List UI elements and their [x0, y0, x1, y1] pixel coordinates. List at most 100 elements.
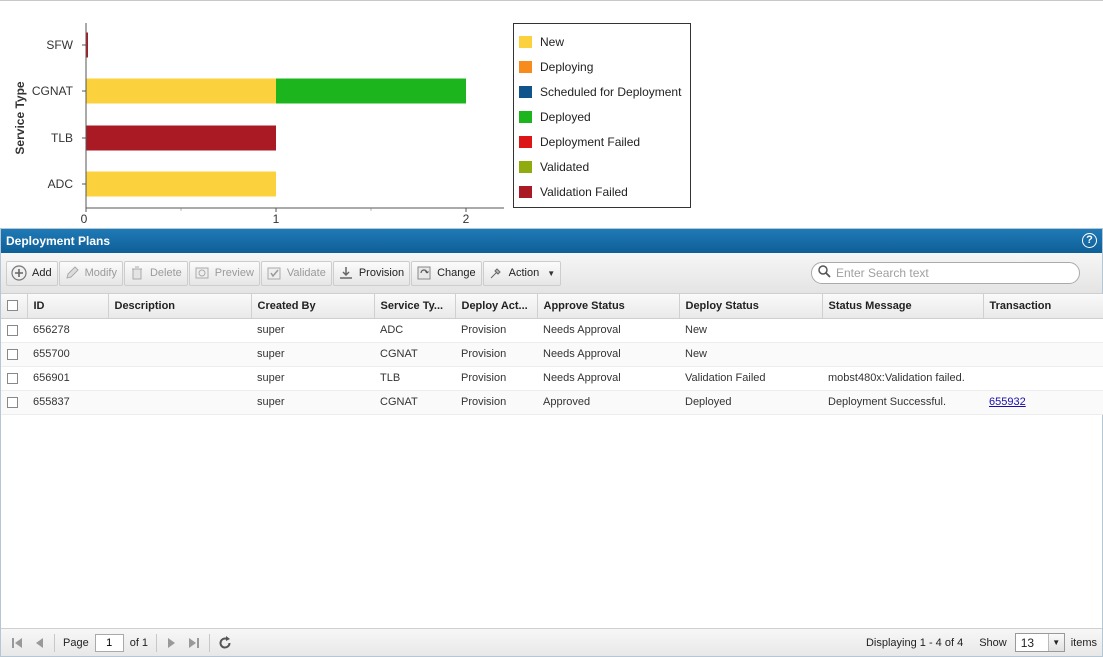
- row-checkbox[interactable]: [7, 324, 18, 336]
- column-header-deploy-action[interactable]: Deploy Act...: [455, 294, 538, 319]
- action-tools-icon: [487, 264, 505, 282]
- cell-service-type: CGNAT: [374, 342, 455, 367]
- cell-deploy-status: Deployed: [679, 390, 822, 415]
- pager-divider: [156, 633, 158, 652]
- column-header-id[interactable]: ID: [27, 294, 109, 319]
- cell-service-type: CGNAT: [374, 390, 455, 415]
- panel-header: Deployment Plans ?: [1, 229, 1102, 253]
- legend-swatch: [519, 35, 532, 48]
- preview-button[interactable]: Preview: [188, 260, 260, 286]
- delete-label: Delete: [149, 267, 182, 279]
- cell-approve-status: Needs Approval: [537, 366, 679, 391]
- category-label: SFW: [46, 38, 73, 52]
- table-row[interactable]: 655700 super CGNAT Provision Needs Appro…: [1, 342, 1103, 367]
- cell-status-message: [822, 318, 983, 343]
- row-select-cell[interactable]: [1, 318, 27, 343]
- chevron-down-icon: ▼: [547, 268, 556, 278]
- legend-item: Deployed: [514, 104, 690, 129]
- cell-id: 656901: [27, 366, 108, 391]
- bar-cgnat-new: [86, 78, 276, 104]
- row-select-cell[interactable]: [1, 390, 27, 415]
- last-page-icon[interactable]: [183, 633, 205, 653]
- first-page-icon[interactable]: [6, 633, 28, 653]
- row-select-cell[interactable]: [1, 366, 27, 391]
- x-tick-label: 1: [273, 212, 280, 226]
- cell-status-message: Deployment Successful.: [822, 390, 983, 415]
- column-header-service-type[interactable]: Service Ty...: [374, 294, 456, 319]
- validate-label: Validate: [286, 267, 326, 279]
- bar-cgnat-deployed: [276, 78, 466, 104]
- cell-id: 656278: [27, 318, 108, 343]
- page-number-input[interactable]: [94, 633, 124, 652]
- delete-button[interactable]: Delete: [123, 260, 188, 286]
- provision-button[interactable]: Provision: [332, 260, 411, 286]
- legend-label: Deployment Failed: [540, 134, 641, 149]
- column-header-status-message[interactable]: Status Message: [822, 294, 984, 319]
- page-label: Page: [63, 636, 89, 649]
- legend-item: Scheduled for Deployment: [514, 79, 690, 104]
- preview-icon: [193, 264, 211, 282]
- cell-id: 655837: [27, 390, 108, 415]
- cell-approve-status: Approved: [537, 390, 679, 415]
- cell-created-by: super: [251, 342, 374, 367]
- column-header-deploy-status[interactable]: Deploy Status: [679, 294, 823, 319]
- pagination-bar: Page of 1 Displaying 1 - 4 of 4 Show 13 …: [1, 628, 1102, 656]
- chart-legend: New Deploying Scheduled for Deployment Depl…: [513, 23, 691, 208]
- cell-deploy-action: Provision: [455, 390, 537, 415]
- page-size-select[interactable]: 13 ▼: [1014, 633, 1065, 652]
- cell-status-message: mobst480x:Validation failed.: [822, 366, 983, 391]
- table-row[interactable]: 656278 super ADC Provision Needs Approva…: [1, 318, 1103, 343]
- table-row[interactable]: 655837 super CGNAT Provision Approved De…: [1, 390, 1103, 415]
- prev-page-icon[interactable]: [28, 633, 50, 653]
- pager-divider: [54, 633, 55, 652]
- cell-deploy-action: Provision: [455, 318, 537, 343]
- download-icon: [337, 264, 355, 282]
- question-circle-icon[interactable]: ?: [1082, 233, 1097, 248]
- cell-transaction: [983, 342, 1103, 367]
- column-header-created-by[interactable]: Created By: [251, 294, 375, 319]
- trash-icon: [128, 264, 146, 282]
- column-header-description[interactable]: Description: [108, 294, 252, 319]
- action-button[interactable]: Action ▼: [482, 260, 562, 286]
- search-input[interactable]: [836, 266, 1066, 280]
- chevron-down-icon[interactable]: ▼: [1047, 634, 1064, 651]
- provision-label: Provision: [358, 267, 405, 279]
- row-select-cell[interactable]: [1, 342, 27, 367]
- column-header-transaction[interactable]: Transaction: [983, 294, 1103, 319]
- legend-swatch: [519, 135, 532, 148]
- validate-button[interactable]: Validate: [260, 260, 332, 286]
- legend-label: Deploying: [540, 59, 594, 74]
- app-frame: Service Type 012 SFW CGNAT TLB ADC New Deplo…: [0, 0, 1103, 657]
- row-checkbox[interactable]: [7, 396, 18, 408]
- table-row[interactable]: 656901 super TLB Provision Needs Approva…: [1, 366, 1103, 391]
- next-page-icon[interactable]: [161, 633, 183, 653]
- page-size-value: 13: [1020, 635, 1035, 650]
- change-button[interactable]: Change: [411, 260, 482, 286]
- cell-status-message: [822, 342, 983, 367]
- add-button[interactable]: Add: [6, 260, 58, 286]
- action-label: Action: [508, 267, 540, 279]
- modify-button[interactable]: Modify: [58, 260, 123, 286]
- select-all-header[interactable]: [1, 294, 28, 319]
- cell-transaction: [983, 366, 1103, 391]
- deployment-plans-panel: Deployment Plans ? Add Modify Delete Pre…: [0, 228, 1103, 657]
- row-checkbox[interactable]: [7, 372, 18, 384]
- row-checkbox[interactable]: [7, 348, 18, 360]
- legend-label: Validated: [540, 159, 590, 174]
- show-label: Show: [979, 636, 1007, 649]
- cell-transaction: [983, 318, 1103, 343]
- category-label: CGNAT: [32, 84, 74, 98]
- select-all-checkbox[interactable]: [7, 300, 18, 312]
- cell-description: [108, 342, 251, 367]
- refresh-icon[interactable]: [214, 633, 236, 653]
- preview-label: Preview: [214, 267, 254, 279]
- legend-swatch: [519, 85, 532, 98]
- deployment-plans-table: ID Description Created By Service Ty... …: [1, 294, 1103, 415]
- category-label: ADC: [48, 177, 74, 191]
- column-header-approve-status[interactable]: Approve Status: [537, 294, 680, 319]
- category-label: TLB: [51, 131, 73, 145]
- cell-approve-status: Needs Approval: [537, 342, 679, 367]
- transaction-link[interactable]: 655932: [989, 396, 1026, 408]
- x-tick-label: 2: [463, 212, 470, 226]
- pager-divider: [209, 633, 211, 652]
